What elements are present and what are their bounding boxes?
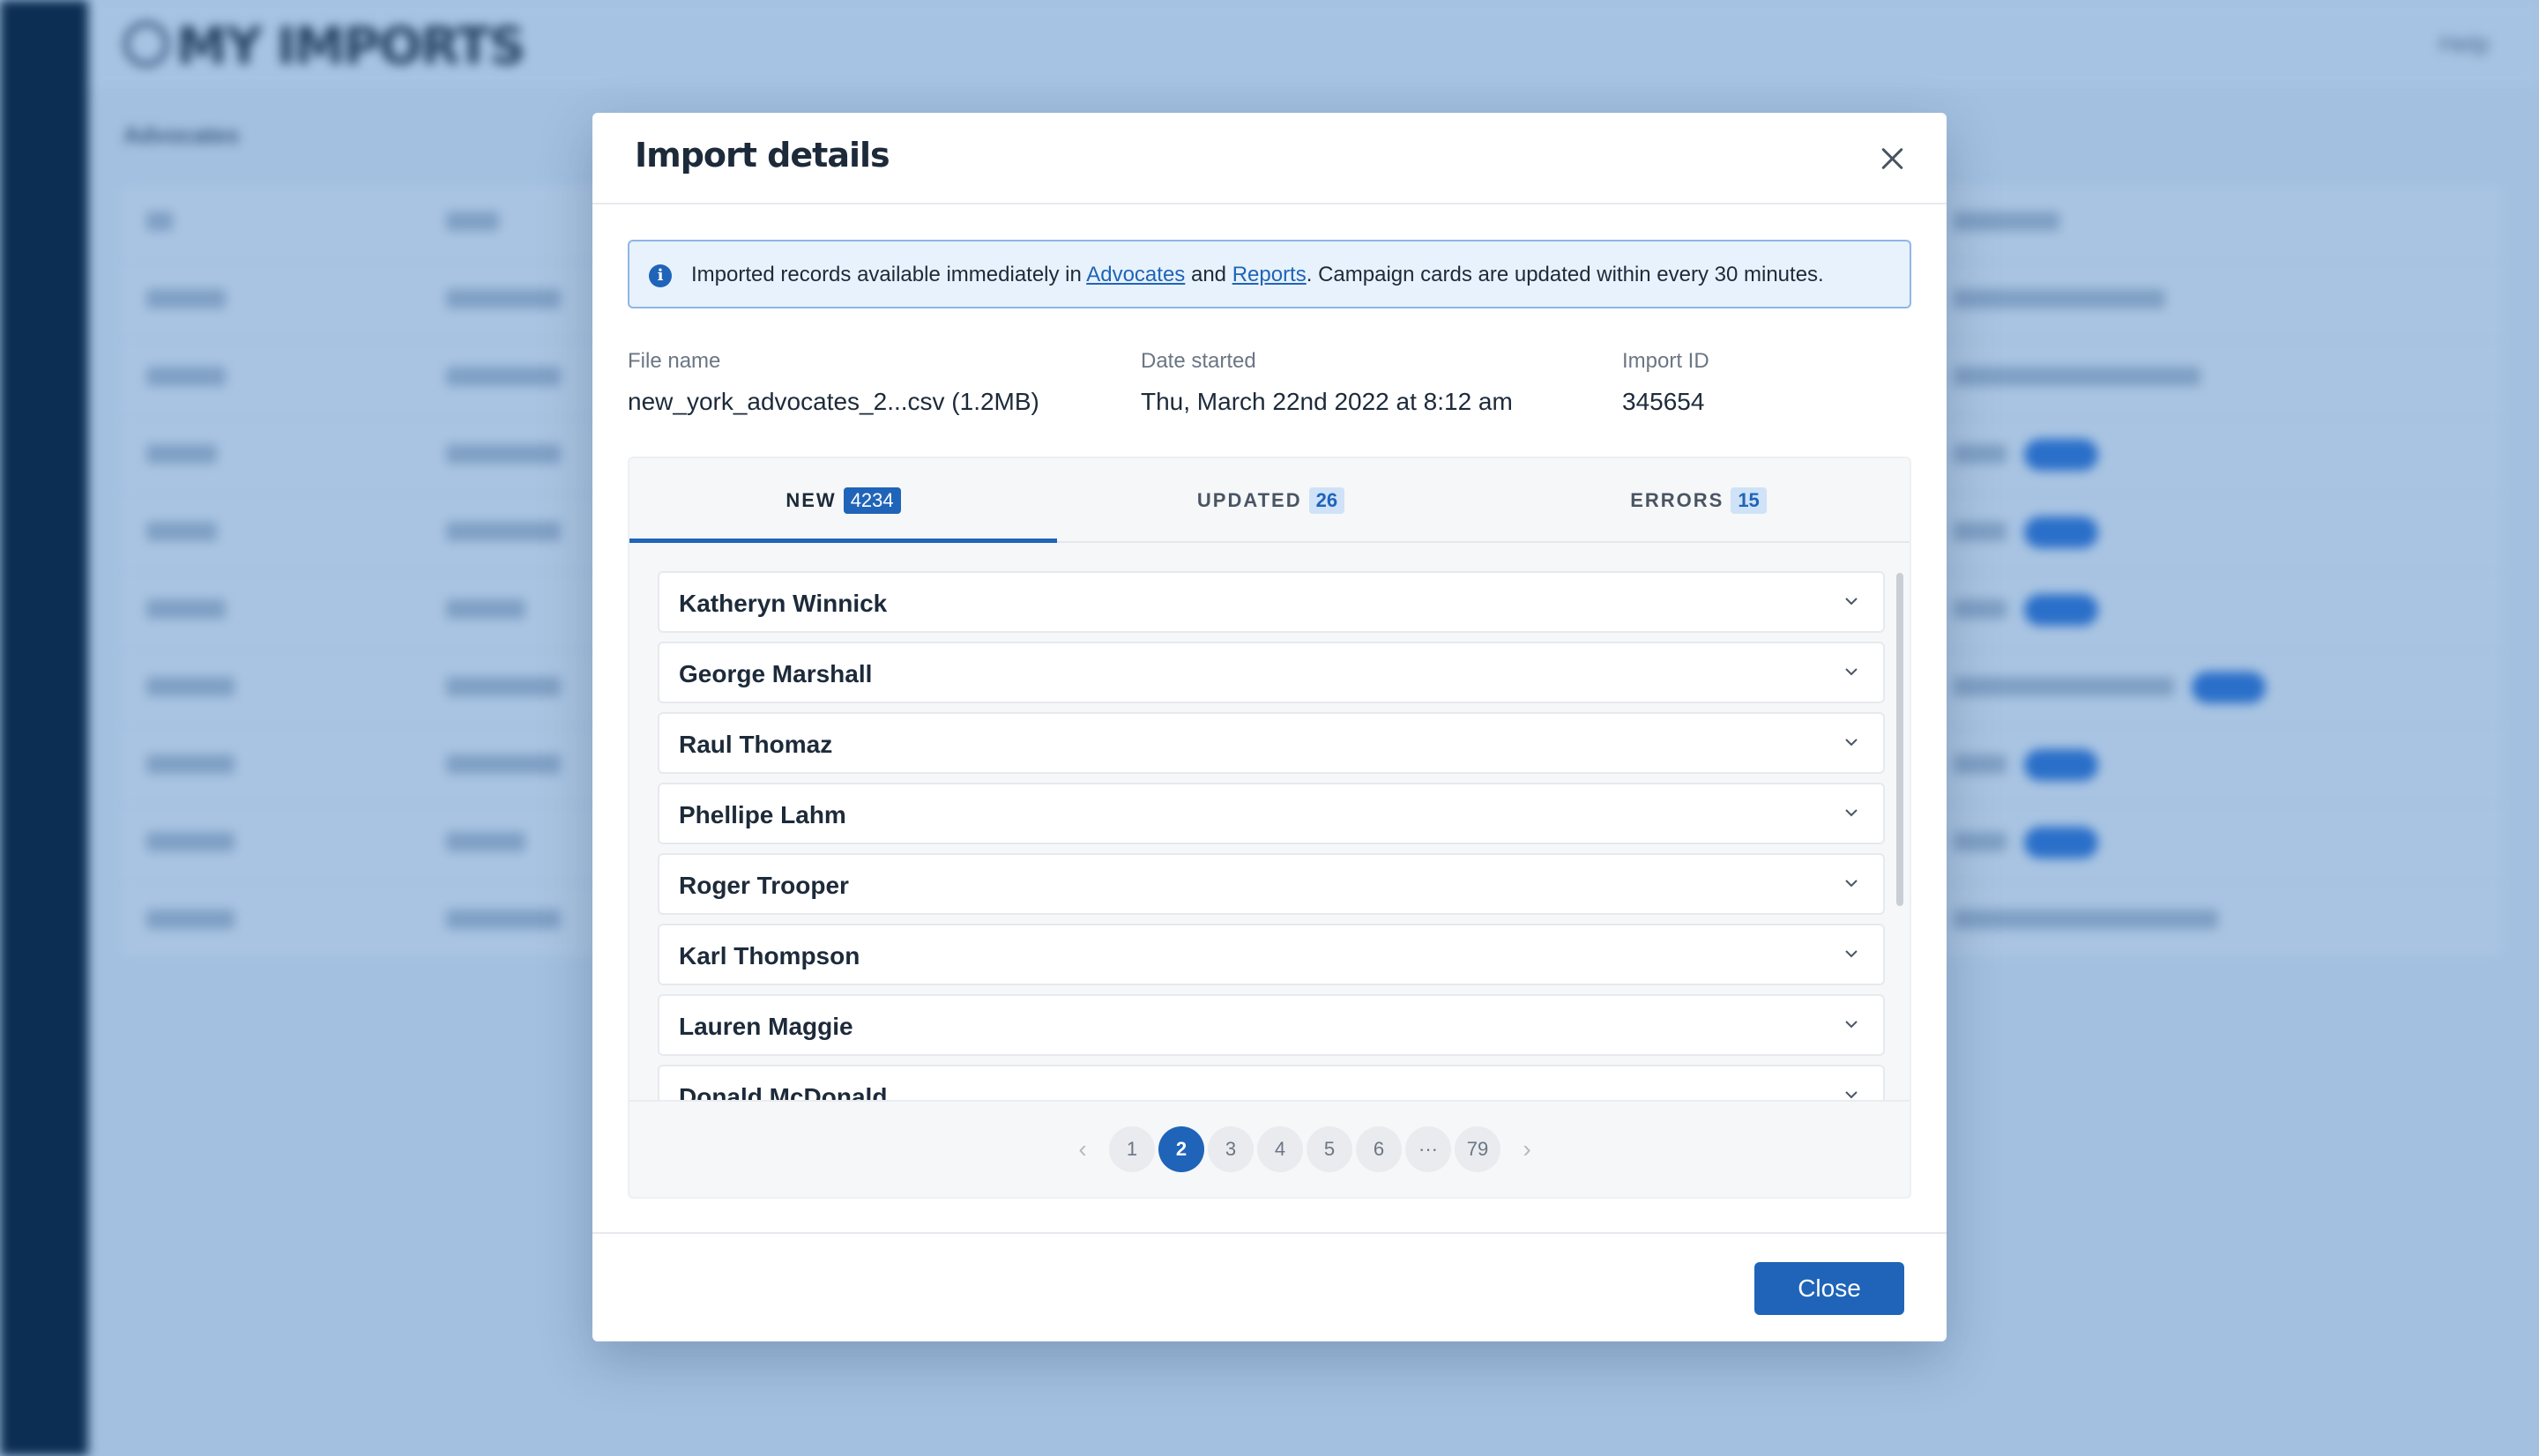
import-id-label: Import ID — [1622, 349, 1709, 373]
record-name: Donald McDonald — [679, 1083, 888, 1100]
next-page-button[interactable]: › — [1504, 1126, 1550, 1172]
info-icon: i — [649, 264, 672, 287]
chevron-down-icon — [1843, 663, 1860, 680]
file-name-field: File name new_york_advocates_2...csv (1.… — [628, 349, 1039, 416]
date-started-label: Date started — [1141, 349, 1256, 373]
page-button[interactable]: 4 — [1257, 1126, 1303, 1172]
date-started-value: Thu, March 22nd 2022 at 8:12 am — [1141, 388, 1513, 415]
prev-page-button[interactable]: ‹ — [1060, 1126, 1106, 1172]
record-name: George Marshall — [679, 660, 873, 687]
close-button[interactable]: Close — [1754, 1262, 1904, 1315]
logo-icon — [123, 21, 169, 67]
modal-title: Import details — [635, 136, 890, 175]
page-button[interactable]: 1 — [1109, 1126, 1155, 1172]
records-list: Katheryn Winnick George Marshall Raul Th… — [658, 571, 1885, 1100]
info-alert: i Imported records available immediately… — [628, 240, 1911, 308]
import-id-value: 345654 — [1622, 388, 1705, 415]
close-icon[interactable] — [1873, 139, 1911, 178]
list-scrollbar[interactable] — [1896, 573, 1903, 906]
list-item[interactable]: Karl Thompson — [658, 924, 1885, 985]
file-name-value: new_york_advocates_2...csv (1.2MB) — [628, 388, 1039, 415]
page-button[interactable]: 79 — [1455, 1126, 1500, 1172]
count-badge: 15 — [1731, 487, 1767, 514]
list-item[interactable]: Phellipe Lahm — [658, 783, 1885, 844]
app-title: MY IMPORTS — [176, 16, 525, 76]
tab-label: NEW — [786, 489, 837, 511]
modal-header: Import details — [592, 113, 1947, 204]
tab-new[interactable]: NEW 4234 — [629, 458, 1057, 543]
chevron-down-icon — [1843, 945, 1860, 962]
import-details-modal: Import details i Imported records availa… — [592, 113, 1947, 1341]
page-ellipsis[interactable]: ··· — [1405, 1126, 1451, 1172]
record-name: Raul Thomaz — [679, 731, 833, 758]
help-link: Help — [2438, 30, 2490, 57]
tab-errors[interactable]: ERRORS 15 — [1485, 458, 1910, 543]
page-button[interactable]: 5 — [1307, 1126, 1352, 1172]
list-item[interactable]: Katheryn Winnick — [658, 571, 1885, 633]
reports-link[interactable]: Reports — [1232, 263, 1307, 286]
modal-footer: Close — [592, 1232, 1947, 1341]
alert-text: and — [1185, 263, 1232, 286]
record-name: Karl Thompson — [679, 942, 860, 969]
chevron-down-icon — [1843, 874, 1860, 892]
records-panel: NEW 4234 UPDATED 26 ERRORS 15 Katheryn W… — [628, 457, 1911, 1199]
list-item[interactable]: Donald McDonald — [658, 1065, 1885, 1100]
app-header: MY IMPORTS Help — [88, 0, 2539, 88]
tab-label: UPDATED — [1196, 489, 1302, 511]
advocates-link[interactable]: Advocates — [1086, 263, 1185, 286]
page-button[interactable]: 3 — [1208, 1126, 1254, 1172]
record-tabs: NEW 4234 UPDATED 26 ERRORS 15 — [629, 458, 1910, 543]
tab-updated[interactable]: UPDATED 26 — [1057, 458, 1485, 543]
count-badge: 4234 — [843, 487, 901, 514]
breadcrumb: Advocates — [123, 122, 240, 148]
chevron-down-icon — [1843, 804, 1860, 821]
list-item[interactable]: Roger Trooper — [658, 853, 1885, 915]
list-item[interactable]: George Marshall — [658, 642, 1885, 703]
list-item[interactable]: Raul Thomaz — [658, 712, 1885, 774]
page-button-current[interactable]: 2 — [1158, 1126, 1204, 1172]
chevron-down-icon — [1843, 1086, 1860, 1100]
record-name: Roger Trooper — [679, 872, 849, 899]
date-started-field: Date started Thu, March 22nd 2022 at 8:1… — [1141, 349, 1513, 416]
alert-text: . Campaign cards are updated within ever… — [1306, 263, 1824, 286]
sidebar — [0, 0, 88, 1456]
tab-label: ERRORS — [1630, 489, 1724, 511]
import-id-field: Import ID 345654 — [1622, 349, 1709, 416]
page-button[interactable]: 6 — [1356, 1126, 1402, 1172]
alert-message: Imported records available immediately i… — [691, 263, 1824, 287]
alert-text: Imported records available immediately i… — [691, 263, 1087, 286]
pagination: ‹ 1 2 3 4 5 6 ··· 79 › — [629, 1100, 1910, 1197]
chevron-down-icon — [1843, 733, 1860, 751]
record-name: Katheryn Winnick — [679, 590, 888, 617]
chevron-down-icon — [1843, 592, 1860, 610]
record-name: Phellipe Lahm — [679, 801, 846, 828]
list-item[interactable]: Lauren Maggie — [658, 994, 1885, 1056]
count-badge: 26 — [1308, 487, 1345, 514]
file-name-label: File name — [628, 349, 721, 373]
chevron-down-icon — [1843, 1015, 1860, 1033]
record-name: Lauren Maggie — [679, 1013, 853, 1040]
active-tab-indicator — [629, 539, 1057, 543]
